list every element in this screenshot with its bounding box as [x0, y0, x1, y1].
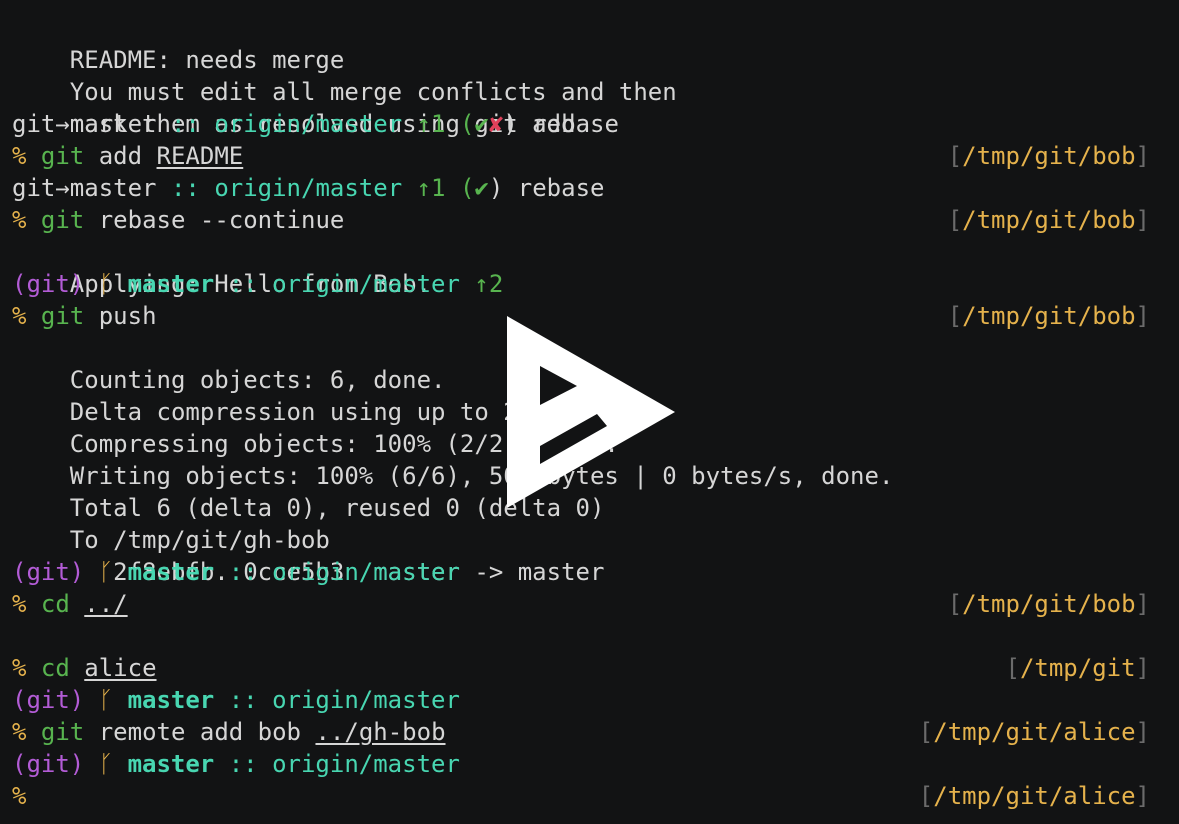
cwd-path: /tmp/git/bob [962, 206, 1136, 234]
prompt-line: % git add README [/tmp/git/bob] [12, 140, 1150, 172]
separator: :: [170, 174, 200, 202]
branch-name: master [127, 558, 215, 586]
cwd-indicator: [/tmp/git/alice] [918, 718, 1150, 746]
separator: :: [228, 750, 258, 778]
ahead-count: ↑1 [416, 174, 446, 202]
check-icon: ✔ [474, 110, 489, 138]
cwd-path: /tmp/git [1019, 654, 1136, 682]
branch-name: master [127, 750, 215, 778]
vcs-label: (git) [12, 270, 85, 298]
cwd-indicator: [/tmp/git/bob] [947, 142, 1150, 170]
separator: :: [228, 270, 258, 298]
branch-name: master [127, 686, 215, 714]
cwd-path: /tmp/git/bob [962, 590, 1136, 618]
output-line: Applying: Hello from Bob. [12, 236, 1150, 298]
branch-icon: ᚴ [98, 558, 114, 586]
command-name: cd [40, 654, 70, 682]
cwd-indicator: [/tmp/git/bob] [947, 590, 1150, 618]
command-path-arg: README [156, 142, 244, 170]
prompt-line: % git rebase --continue [/tmp/git/bob] [12, 204, 1150, 236]
prompt-symbol: % [12, 718, 27, 746]
play-icon [507, 316, 675, 508]
command-name: git [40, 142, 85, 170]
command-path-arg: alice [84, 654, 157, 682]
output-line: mark them as resolved using git add [12, 76, 1150, 138]
output-line: 2f8ebfb..0cce5b3 master -> master [12, 524, 1150, 586]
vcs-prompt-line: (git) ᚴ master :: origin/master [12, 684, 1150, 716]
branch-name: master [127, 270, 215, 298]
remote-name: origin/master [272, 558, 460, 586]
cwd-indicator: [/tmp/git] [1005, 654, 1151, 682]
prompt-line: % cd alice [/tmp/git] [12, 652, 1150, 684]
command-name: cd [40, 590, 70, 618]
output-line: README: needs merge [12, 12, 1150, 74]
vcs-prompt-line: (git) ᚴ master :: origin/master ↑2 [12, 268, 1150, 300]
ahead-count: ↑1 [416, 110, 446, 138]
prompt-symbol: % [12, 590, 27, 618]
separator: :: [228, 558, 258, 586]
cwd-path: /tmp/git/alice [933, 782, 1136, 810]
command-name: git [40, 206, 85, 234]
prompt-symbol: % [12, 142, 27, 170]
prompt-line: % git remote add bob ../gh-bob [/tmp/git/… [12, 716, 1150, 748]
branch-name: git→master [12, 174, 157, 202]
cross-icon: ✘ [488, 110, 504, 138]
command-name: git [40, 718, 85, 746]
command-args: add [98, 142, 143, 170]
cwd-indicator: [/tmp/git/alice] [918, 782, 1150, 810]
cwd-path: /tmp/git/bob [962, 302, 1136, 330]
command-name: git [40, 302, 85, 330]
prompt-line[interactable]: % [/tmp/git/alice] [12, 780, 1150, 812]
remote-name: origin/master [272, 686, 460, 714]
ahead-count: ↑2 [474, 270, 504, 298]
branch-name: git→master [12, 110, 157, 138]
cwd-indicator: [/tmp/git/bob] [947, 302, 1150, 330]
repo-state: rebase [532, 110, 619, 138]
prompt-line: % cd ../ [/tmp/git/bob] [12, 588, 1150, 620]
branch-icon: ᚴ [98, 270, 114, 298]
prompt-symbol: % [12, 206, 27, 234]
vcs-label: (git) [12, 558, 85, 586]
prompt-symbol: % [12, 302, 27, 330]
vcs-label: (git) [12, 686, 85, 714]
status-close: ) [488, 174, 504, 202]
status-open: ( [459, 174, 475, 202]
remote-name: origin/master [214, 110, 403, 138]
remote-name: origin/master [272, 270, 460, 298]
play-button[interactable] [507, 316, 675, 508]
output-line: You must edit all merge conflicts and th… [12, 44, 1150, 106]
separator: :: [170, 110, 200, 138]
remote-name: origin/master [272, 750, 460, 778]
command-args: push [98, 302, 157, 330]
cwd-indicator: [/tmp/git/bob] [947, 206, 1150, 234]
repo-state: rebase [517, 174, 605, 202]
cwd-path: /tmp/git/alice [933, 718, 1136, 746]
branch-icon: ᚴ [98, 686, 114, 714]
command-path-arg: ../gh-bob [315, 718, 446, 746]
command-args: rebase --continue [98, 206, 345, 234]
prompt-symbol: % [12, 782, 27, 810]
git-status-line: git→master :: origin/master ↑1 (✔✘) reba… [12, 108, 1150, 140]
separator: :: [228, 686, 258, 714]
prompt-symbol: % [12, 654, 27, 682]
git-status-line: git→master :: origin/master ↑1 (✔) rebas… [12, 172, 1150, 204]
vcs-prompt-line: (git) ᚴ master :: origin/master [12, 556, 1150, 588]
remote-name: origin/master [214, 174, 403, 202]
command-args: remote add bob [98, 718, 302, 746]
status-open: ( [459, 110, 475, 138]
vcs-prompt-line: (git) ᚴ master :: origin/master [12, 748, 1150, 780]
status-close: ) [503, 110, 518, 138]
check-icon: ✔ [474, 174, 489, 202]
cwd-path: /tmp/git/bob [962, 142, 1136, 170]
vcs-label: (git) [12, 750, 85, 778]
branch-icon: ᚴ [98, 750, 114, 778]
command-path-arg: ../ [84, 590, 128, 618]
